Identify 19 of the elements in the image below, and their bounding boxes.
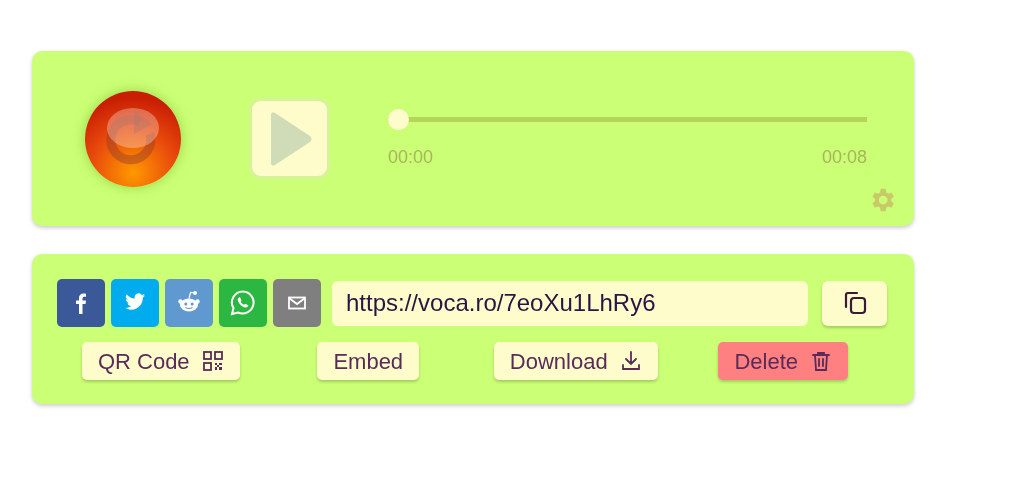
qr-code-button[interactable]: QR Code (81, 342, 240, 380)
download-button[interactable]: Download (493, 342, 658, 380)
url-field[interactable]: https://voca.ro/7eoXu1LhRy6 (332, 280, 808, 326)
share-button[interactable] (57, 279, 105, 327)
download-icon (619, 350, 642, 372)
duration: 00:08 (821, 145, 867, 169)
share-button[interactable] (165, 279, 213, 327)
seek-thumb[interactable] (388, 108, 409, 130)
embed-button[interactable]: Embed (317, 342, 420, 380)
record-button[interactable] (85, 90, 181, 187)
current-time: 00:00 (388, 145, 434, 169)
trash-icon (810, 350, 833, 372)
qr-code-icon (201, 350, 224, 372)
share-button[interactable] (273, 279, 321, 327)
delete-button[interactable]: Delete (718, 342, 849, 380)
phone-bubble-icon (229, 289, 257, 317)
copy-button[interactable] (822, 280, 887, 326)
facebook-icon (76, 292, 86, 314)
play-button[interactable] (249, 98, 330, 179)
